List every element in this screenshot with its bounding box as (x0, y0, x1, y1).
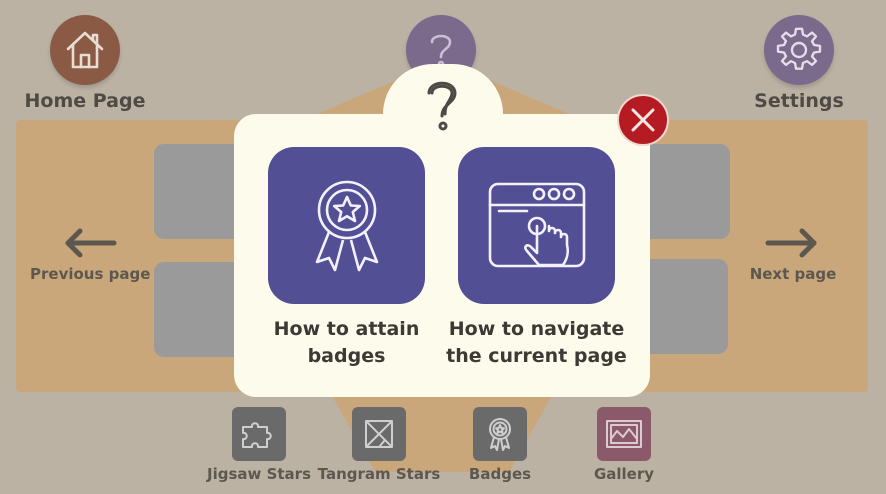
home-button[interactable] (50, 15, 120, 85)
tangram-icon (365, 420, 393, 448)
badge-icon (489, 418, 511, 451)
jigsaw-stars-button[interactable] (232, 407, 286, 461)
content-slot (640, 259, 728, 354)
previous-page-button[interactable] (62, 226, 118, 264)
close-button[interactable] (617, 94, 669, 146)
close-icon (631, 108, 655, 132)
gallery-button[interactable] (597, 407, 651, 461)
settings-label: Settings (754, 90, 844, 112)
navigate-page-label[interactable]: How to navigate the current page (440, 316, 633, 370)
arrow-left-icon (65, 228, 117, 258)
home-icon (66, 31, 104, 69)
settings-button[interactable] (764, 15, 834, 85)
badges-button[interactable] (473, 407, 527, 461)
content-slot (154, 144, 244, 239)
content-slot (154, 262, 244, 357)
navigate-page-option[interactable] (458, 147, 615, 304)
next-page-button[interactable] (764, 226, 820, 264)
attain-badges-option[interactable] (268, 147, 425, 304)
home-label: Home Page (24, 90, 146, 112)
content-slot (640, 144, 730, 239)
question-mark-icon (424, 76, 460, 138)
puzzle-icon (242, 422, 272, 448)
arrow-right-icon (765, 228, 817, 258)
gallery-icon (606, 420, 642, 448)
jigsaw-stars-label[interactable]: Jigsaw Stars (199, 465, 319, 483)
gear-icon (776, 27, 822, 70)
attain-badges-label[interactable]: How to attain badges (250, 316, 443, 370)
next-page-label[interactable]: Next page (733, 265, 853, 283)
browser-click-icon (488, 182, 585, 267)
tangram-stars-label[interactable]: Tangram Stars (314, 465, 444, 483)
badges-label[interactable]: Badges (450, 465, 550, 483)
previous-page-label[interactable]: Previous page (30, 265, 150, 283)
tangram-stars-button[interactable] (352, 407, 406, 461)
gallery-label[interactable]: Gallery (574, 465, 674, 483)
badge-ribbon-icon (315, 180, 378, 271)
